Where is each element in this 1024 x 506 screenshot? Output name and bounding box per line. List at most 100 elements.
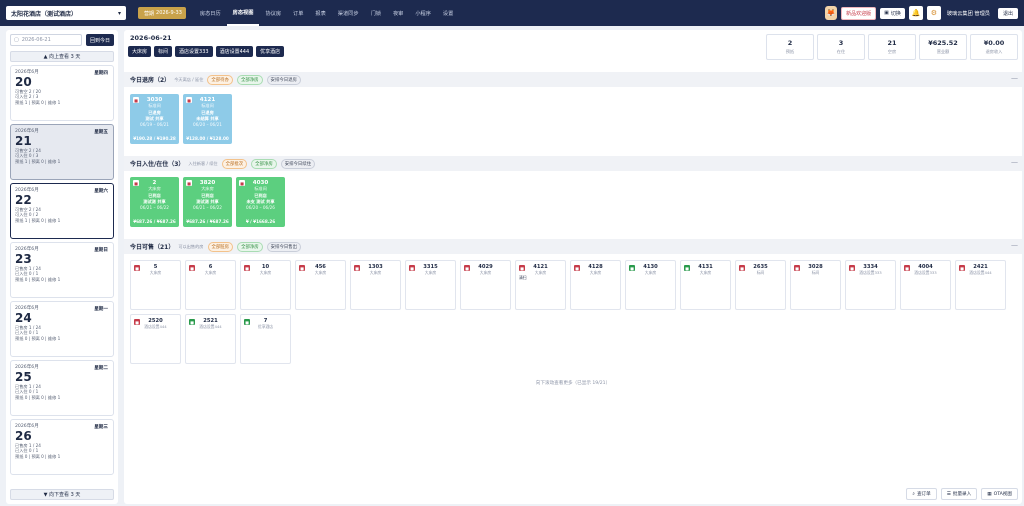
hotel-name: 太阳花酒店（测试酒店） [11,10,78,18]
vacant-room-card[interactable]: ■ 4029 大床房 [460,260,511,310]
stat-box: 3 在住 [817,34,865,60]
room-type-tag[interactable]: 优享酒店 [256,46,285,57]
nav-item[interactable]: 门锁 [365,0,387,26]
vacant-room-card[interactable]: ■ 3028 标间 [790,260,841,310]
chip-arrange-stay[interactable]: 安排今日续住 [280,158,316,169]
chip-all-dirty[interactable]: 全部脏房 [207,241,234,252]
vacant-title: 今日可售（21） [130,244,175,251]
room-status-badge: ■ [959,265,965,271]
switch-button[interactable]: ▣ 切换 [880,7,905,19]
vacant-room-card[interactable]: ■ 5 大床房 [130,260,181,310]
stat-box: ¥625.52 营业额 [919,34,967,60]
chip-all-batches[interactable]: 全部批次 [221,158,248,169]
chip-all-clean-stay[interactable]: 全部净房 [251,158,277,169]
vacant-section: 今日可售（21） 可以出售的房 全部脏房 全部净房 安排今日售出 — [124,239,1022,254]
room-type-tag[interactable]: 标间 [154,46,173,57]
vacant-room-card[interactable]: ■ 2521 酒店设置444 [185,314,236,364]
room-type-tag[interactable]: 酒店设置444 [215,46,254,57]
day-card[interactable]: 2026年6月 星期四 20 可售空 2 / 20 可入住 2 / 3 预抵 1 | 预离… [10,65,114,121]
stat-value: 2 [787,39,793,47]
room-type: 酒店设置444 [199,324,222,329]
room-card[interactable]: ■ 2 大床房 已到店 测试测 共享 06/21 – 06/22 ¥687.26 / ¥68… [130,177,179,227]
vacant-room-card[interactable]: ■ 4130 大床房 [625,260,676,310]
vacant-section-header[interactable]: 今日可售（21） 可以出售的房 全部脏房 全部净房 安排今日售出 — [124,239,1022,254]
day-weekday: 星期日 [94,248,108,253]
nav-item[interactable]: 夜审 [387,0,409,26]
day-card[interactable]: 2026年6月 星期一 24 已售房 1 / 24 已入住 0 / 1 预抵 0 | 预离… [10,301,114,357]
gear-icon[interactable]: ⚙ [926,6,941,20]
vacant-rooms: ■ 5 大床房 ■ 6 大床房 ■ 10 大床房 ■ 456 大床房 ■ 1303 大床房 ■ 3315 大床房 ■… [130,260,1016,364]
vacant-room-card[interactable]: ■ 4004 酒店设置333 [900,260,951,310]
back-to-today-button[interactable]: 回到今日 [85,34,114,46]
room-card[interactable]: ■ 3030 标准间 已退房 测试 共享 06/19 – 06/21 ¥190.28 / ¥… [130,94,179,144]
collapse-icon[interactable]: — [1011,241,1018,249]
room-type: 标间 [756,270,765,275]
bell-icon[interactable]: 🔔 [908,6,923,20]
room-type-tag[interactable]: 酒店设置333 [175,46,213,57]
room-type: 酒店设置333 [859,270,882,275]
nav-item[interactable]: 小程序 [409,0,437,26]
room-type: 大床房 [369,270,382,275]
vacant-room-card[interactable]: ■ 2520 酒店设置444 [130,314,181,364]
stay-title: 今日入住/在住（3） [130,161,185,168]
user-name[interactable]: 玻璃云集团 管理员 [947,10,990,17]
chip-all-clean-vacant[interactable]: 全部净房 [237,241,263,252]
nav-item[interactable]: 订单 [287,0,309,26]
hotel-select[interactable]: 太阳花酒店（测试酒店） ▾ [6,6,126,20]
vacant-room-card[interactable]: ■ 1303 大床房 [350,260,401,310]
vacant-room-card[interactable]: ■ 2421 酒店设置444 [955,260,1006,310]
room-price: ¥687.26 / ¥687.26 [133,219,176,224]
new-edition-button[interactable]: 新品欢迎版 [841,6,877,20]
vacant-room-card[interactable]: ■ 6 大床房 [185,260,236,310]
nav-item[interactable]: 协议房 [259,0,287,26]
vacant-room-card[interactable]: ■ 456 大床房 [295,260,346,310]
checkout-section-header[interactable]: 今日退房（2） 今天离店 / 延住 全部待办 全部净房 安排今日退房 — [124,72,1022,87]
nav-item[interactable]: 设置 [437,0,459,26]
date-input[interactable]: ▢ 2026-06-21 [10,34,82,46]
vacant-room-card[interactable]: ■ 7 优享酒店 [240,314,291,364]
day-weekday: 星期二 [94,366,108,371]
fab-button[interactable]: ☰ 批量录入 [940,488,978,500]
day-weekday: 星期六 [94,189,108,194]
nav-item[interactable]: 渠道同步 [332,0,365,26]
fab-button[interactable]: ⌕ 查订单 [906,488,937,500]
vacant-room-card[interactable]: ■ 4128 大床房 [570,260,621,310]
vacant-room-card[interactable]: ■ 3334 酒店设置333 [845,260,896,310]
room-type: 标准间 [148,103,161,108]
vacant-room-card[interactable]: ■ 4121 大床房 清扫 [515,260,566,310]
day-card[interactable]: 2026年6月 星期六 22 可售空 2 / 24 可入住 0 / 2 预抵 1 | 预离… [10,183,114,239]
chip-all-clean[interactable]: 全部净房 [236,74,263,85]
room-type: 大床房 [699,270,712,275]
day-weekday: 星期三 [94,425,108,430]
room-price: ¥128.00 / ¥128.00 [186,136,229,141]
vacant-room-card[interactable]: ■ 10 大床房 [240,260,291,310]
vacant-room-card[interactable]: ■ 4131 大床房 [680,260,731,310]
room-type-tag[interactable]: 大床房 [128,46,152,57]
collapse-icon[interactable]: — [1011,74,1018,82]
scroll-down-button[interactable]: ▼ 向下查看 3 天 [10,489,114,500]
room-type: 大床房 [259,270,272,275]
scroll-up-button[interactable]: ▲ 向上查看 3 天 [10,51,114,62]
day-card[interactable]: 2026年6月 星期五 21 可售空 2 / 24 可入住 0 / 3 预抵 1 | 预离… [10,124,114,180]
vacant-room-card[interactable]: ■ 2635 标间 [735,260,786,310]
vacant-room-card[interactable]: ■ 3315 大床房 [405,260,456,310]
top-bar: 太阳花酒店（测试酒店） ▾ 营期 2026-9-33 房态日历 房态视图 协议房 订单… [0,0,1024,26]
day-card[interactable]: 2026年6月 星期二 25 已售房 1 / 24 已入住 0 / 1 预抵 0 | 预离… [10,360,114,416]
chip-arrange-sale[interactable]: 安排今日售出 [266,241,302,252]
day-card[interactable]: 2026年6月 星期日 23 已售房 1 / 24 已入住 0 / 1 预抵 0 | 预离… [10,242,114,298]
day-stat-arrivals: 预抵 0 | 预离 0 | 维修 1 [15,453,61,459]
nav-item[interactable]: 报表 [309,0,331,26]
chip-arrange-checkout[interactable]: 安排今日退房 [266,74,301,85]
nav-item[interactable]: 房态视图 [226,0,260,26]
collapse-icon[interactable]: — [1011,158,1018,166]
nav-item[interactable]: 房态日历 [194,0,227,26]
logout-button[interactable]: 退出 [997,7,1018,19]
room-card[interactable]: ■ 3820 大床房 已到店 测试测 共享 06/21 – 06/22 ¥687.26 / … [183,177,232,227]
room-card[interactable]: ■ 4121 标准间 已退房 未结算 共享 06/20 – 06/21 ¥128.00 / … [183,94,232,144]
day-card[interactable]: 2026年6月 星期三 26 已售房 1 / 24 已入住 0 / 1 预抵 0 | 预离… [10,419,114,475]
room-type: 大床房 [149,270,162,275]
stay-section-header[interactable]: 今日入住/在住（3） 入住新客 / 续住 全部批次 全部净房 安排今日续住 — [124,156,1022,171]
fab-button[interactable]: ▦ OTA视图 [981,488,1018,500]
chip-all-pending[interactable]: 全部待办 [207,74,233,85]
room-card[interactable]: ■ 4030 标准间 已到店 未支 测试 共享 06/20 – 06/26 ¥ / ¥166… [236,177,285,227]
